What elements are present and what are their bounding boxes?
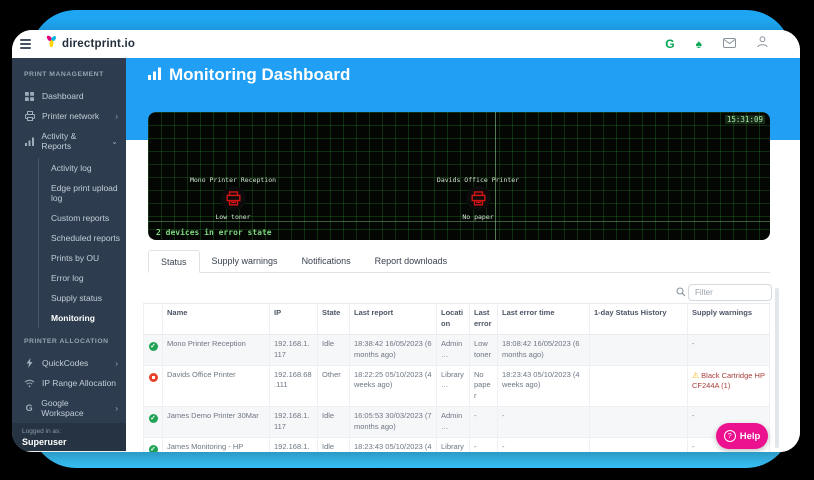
col-last-error: Last error	[470, 304, 498, 334]
status-error-icon	[148, 372, 158, 382]
sidebar: PRINT MANAGEMENT Dashboard Printer netwo…	[12, 58, 126, 452]
sidebar-item-error-log[interactable]: Error log	[49, 268, 126, 288]
help-button[interactable]: ? Help	[716, 423, 768, 449]
chevron-right-icon	[115, 359, 118, 368]
sidebar-item-activity-log[interactable]: Activity log	[49, 158, 126, 178]
sidebar-footer: Logged in as: Superuser	[12, 423, 126, 451]
logged-in-label: Logged in as:	[22, 428, 62, 435]
radar-horizontal-line	[148, 221, 770, 222]
sidebar-legal-links: Privacy Policy Terms & EULA	[12, 451, 126, 452]
col-last-error-time: Last error time	[498, 304, 590, 334]
top-bar: directprint.io G ♠	[12, 30, 800, 58]
table-row[interactable]: James Demo Printer 30Mar 192.168.1.117 I…	[143, 407, 770, 438]
tab-supply-warnings[interactable]: Supply warnings	[200, 250, 290, 272]
col-location: Location	[437, 304, 470, 334]
grid-icon	[24, 91, 35, 101]
spade-icon[interactable]: ♠	[696, 38, 702, 50]
chevron-down-icon	[111, 137, 118, 146]
sidebar-item-ip-range-allocation[interactable]: IP Range Allocation	[12, 373, 126, 393]
question-mark-icon: ?	[723, 430, 736, 442]
hamburger-menu-icon[interactable]	[20, 39, 31, 49]
table-header: Name IP State Last report Location Last …	[143, 304, 770, 335]
page-title: Monitoring Dashboard	[148, 65, 350, 85]
tab-status[interactable]: Status	[148, 250, 200, 273]
lightning-icon	[24, 358, 35, 368]
sidebar-item-scheduled-reports[interactable]: Scheduled reports	[49, 228, 126, 248]
radar-device: Davids Office Printer No paper	[423, 176, 533, 221]
status-ok-icon	[148, 341, 158, 351]
logo[interactable]: directprint.io	[45, 35, 135, 53]
warning-triangle-icon: ⚠	[692, 370, 700, 380]
main-content: Monitoring Dashboard 15:31:09 Mono Print…	[126, 58, 800, 452]
col-state: State	[318, 304, 350, 334]
radar-device-error: Low toner	[215, 213, 251, 221]
sidebar-item-edge-print-upload-log[interactable]: Edge print upload log	[49, 178, 126, 208]
sidebar-item-printer-network[interactable]: Printer network	[12, 106, 126, 126]
col-last-report: Last report	[350, 304, 437, 334]
radar-status-line: 2 devices in error state	[156, 228, 272, 237]
radar-device: Mono Printer Reception Low toner	[178, 176, 288, 221]
sidebar-item-quickcodes[interactable]: QuickCodes	[12, 353, 126, 373]
user-icon[interactable]	[757, 35, 768, 53]
tab-report-downloads[interactable]: Report downloads	[363, 250, 460, 272]
logo-text: directprint.io	[62, 38, 136, 50]
error-printer-icon[interactable]	[220, 186, 246, 211]
chevron-right-icon	[115, 404, 118, 413]
col-supply-warnings: Supply warnings	[688, 304, 770, 334]
sidebar-item-google-workspace[interactable]: G Google Workspace	[12, 393, 126, 423]
col-status-history: 1-day Status History	[590, 304, 688, 334]
radar-device-name: Davids Office Printer	[436, 176, 520, 184]
printer-icon	[24, 111, 35, 121]
status-table: Name IP State Last report Location Last …	[143, 303, 770, 452]
google-icon[interactable]: G	[665, 37, 674, 51]
status-ok-icon	[148, 444, 158, 452]
radar-device-error: No paper	[462, 213, 494, 221]
monitoring-radar-panel: 15:31:09 Mono Printer Reception Low tone…	[148, 112, 770, 240]
sidebar-item-monitoring[interactable]: Monitoring	[49, 308, 126, 328]
error-printer-icon[interactable]	[465, 186, 491, 211]
sidebar-item-custom-reports[interactable]: Custom reports	[49, 208, 126, 228]
sidebar-item-dashboard[interactable]: Dashboard	[12, 86, 126, 106]
tab-bar: Status Supply warnings Notifications Rep…	[148, 250, 770, 273]
radar-clock: 15:31:09	[724, 115, 765, 124]
sidebar-item-prints-by-ou[interactable]: Prints by OU	[49, 248, 126, 268]
table-row[interactable]: Davids Office Printer 192.168.68.111 Oth…	[143, 365, 770, 408]
search-icon	[676, 287, 686, 300]
bar-chart-icon	[24, 137, 34, 146]
table-row[interactable]: Mono Printer Reception 192.168.1.117 Idl…	[143, 334, 770, 366]
mail-icon[interactable]	[723, 35, 736, 53]
google-workspace-icon: G	[25, 403, 33, 413]
wifi-icon	[24, 379, 35, 388]
section-printer-allocation: PRINTER ALLOCATION	[24, 338, 109, 345]
table-scrollbar[interactable]	[775, 288, 779, 448]
radar-device-name: Mono Printer Reception	[189, 176, 277, 184]
col-name: Name	[163, 304, 270, 334]
col-ip: IP	[270, 304, 318, 334]
sidebar-item-supply-status[interactable]: Supply status	[49, 288, 126, 308]
section-print-management: PRINT MANAGEMENT	[24, 71, 104, 78]
table-row[interactable]: James Monitoring - HP HNDHP401DN 192.168…	[143, 437, 770, 452]
activity-reports-submenu: Activity log Edge print upload log Custo…	[38, 158, 126, 328]
sidebar-item-activity-reports[interactable]: Activity & Reports	[12, 126, 126, 156]
chevron-right-icon	[115, 112, 118, 121]
col-status	[143, 304, 163, 334]
monitoring-icon	[148, 65, 161, 85]
status-ok-icon	[148, 414, 158, 424]
logged-in-user: Superuser	[22, 437, 67, 447]
filter-input[interactable]	[688, 284, 772, 301]
app-window: directprint.io G ♠ PRINT MANAGEMENT Dash…	[12, 30, 800, 452]
tab-notifications[interactable]: Notifications	[290, 250, 363, 272]
logo-icon	[45, 35, 58, 53]
